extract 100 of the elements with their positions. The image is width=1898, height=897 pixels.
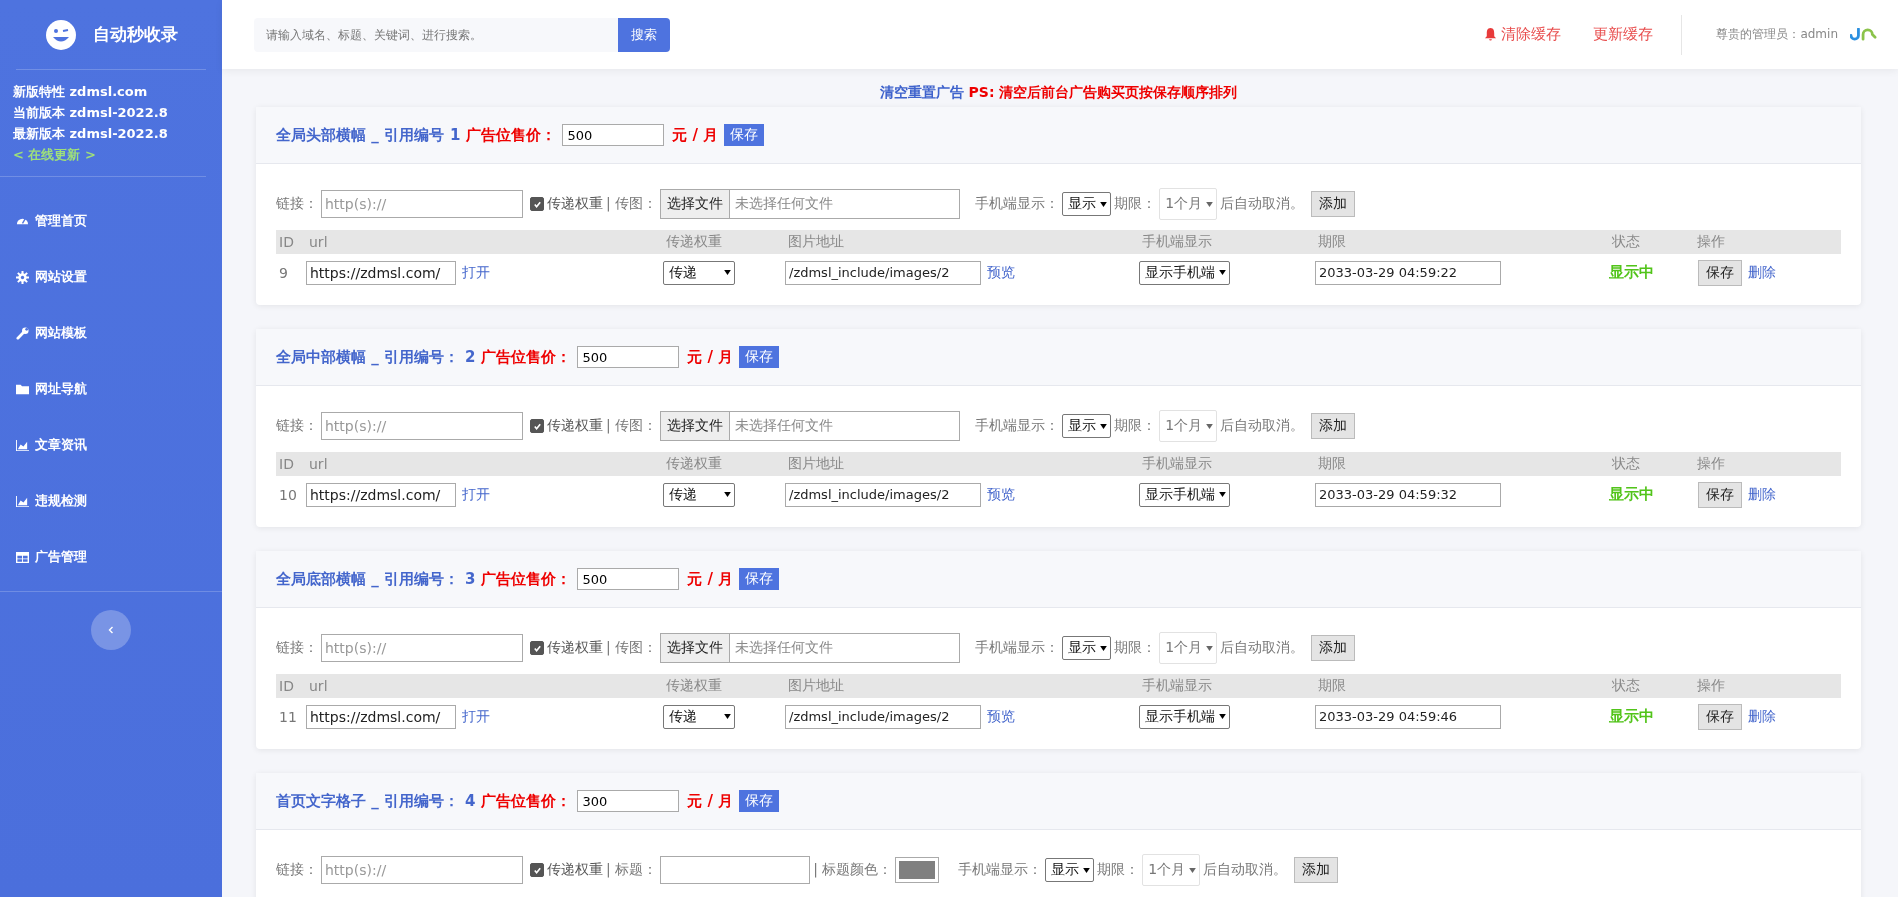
- open-link[interactable]: 打开: [462, 707, 490, 726]
- slot-title: 全局底部横幅 _ 引用编号：: [276, 569, 459, 589]
- open-link[interactable]: 打开: [462, 485, 490, 504]
- reset-ads-link[interactable]: 清空重置广告: [879, 84, 964, 102]
- sidebar-item[interactable]: 网址导航: [0, 361, 222, 417]
- file-picker[interactable]: 选择文件 未选择任何文件: [660, 411, 961, 441]
- weight-checkbox[interactable]: [530, 641, 544, 655]
- weight-select[interactable]: 传递: [663, 704, 735, 729]
- mobile-display-select[interactable]: 显示: [1062, 414, 1112, 438]
- add-button[interactable]: 添加: [1294, 857, 1339, 883]
- url-field[interactable]: https://zdmsl.com/: [306, 704, 456, 729]
- save-button[interactable]: 保存: [1698, 259, 1742, 286]
- weight-checkbox[interactable]: [530, 197, 544, 211]
- link-field[interactable]: http(s)://: [321, 634, 523, 662]
- mobile-display-select[interactable]: 显示手机端: [1139, 704, 1230, 729]
- period-select[interactable]: 1个月: [1159, 188, 1218, 220]
- delete-link[interactable]: 删除: [1748, 263, 1776, 282]
- link-label: 链接：: [276, 195, 318, 213]
- save-button[interactable]: 保存: [1698, 481, 1742, 508]
- cache-action-link[interactable]: 清除缓存: [1501, 25, 1562, 44]
- save-button[interactable]: 保存: [739, 568, 780, 590]
- sidebar-item[interactable]: 违规检测: [0, 473, 222, 529]
- sidebar-item[interactable]: 文章资讯: [0, 417, 222, 473]
- delete-link[interactable]: 删除: [1748, 485, 1776, 504]
- column-header: 操作: [1696, 455, 1726, 473]
- caret-icon: [1100, 645, 1108, 651]
- price-label: 广告位售价：: [481, 347, 572, 367]
- link-label: 链接：: [276, 861, 318, 879]
- caret-icon: [1206, 201, 1214, 207]
- price-field[interactable]: 300: [577, 790, 680, 812]
- file-picker[interactable]: 选择文件 未选择任何文件: [660, 189, 961, 219]
- open-link[interactable]: 打开: [462, 263, 490, 282]
- save-button[interactable]: 保存: [1698, 703, 1742, 730]
- weight-checkbox[interactable]: [530, 863, 544, 877]
- search-field[interactable]: 请输入域名、标题、关键词、进行搜索。: [254, 17, 618, 52]
- caret-icon: [1206, 645, 1214, 651]
- area-chart-icon: [16, 494, 29, 508]
- delete-link[interactable]: 删除: [1748, 707, 1776, 726]
- column-header: ID: [278, 456, 295, 472]
- caret-icon: [1083, 867, 1091, 873]
- mobile-display-select[interactable]: 显示: [1062, 636, 1112, 660]
- price-label: 广告位售价：: [481, 569, 572, 589]
- mobile-display-select[interactable]: 显示手机端: [1139, 482, 1230, 507]
- period-select[interactable]: 1个月: [1159, 410, 1218, 442]
- sidebar-item[interactable]: 网站模板: [0, 305, 222, 361]
- add-button[interactable]: 添加: [1311, 191, 1356, 217]
- price-field[interactable]: 500: [577, 568, 680, 590]
- add-button[interactable]: 添加: [1311, 635, 1356, 661]
- image-path-field[interactable]: /zdmsl_include/images/2: [785, 704, 981, 729]
- url-field[interactable]: https://zdmsl.com/: [306, 482, 456, 507]
- link-label: 链接：: [276, 639, 318, 657]
- image-path-field[interactable]: /zdmsl_include/images/2: [785, 260, 981, 285]
- period-label: 期限：: [1114, 195, 1157, 213]
- weight-label: 传递权重: [547, 639, 603, 657]
- folder-icon: [16, 382, 29, 396]
- status-text: 显示中: [1609, 263, 1654, 282]
- link-field[interactable]: http(s)://: [321, 856, 523, 884]
- color-picker[interactable]: [895, 857, 940, 883]
- preview-link[interactable]: 预览: [987, 263, 1015, 282]
- save-button[interactable]: 保存: [739, 346, 780, 368]
- caret-icon: [1189, 867, 1197, 873]
- link-field[interactable]: http(s)://: [321, 412, 523, 440]
- file-picker[interactable]: 选择文件 未选择任何文件: [660, 633, 961, 663]
- title-field[interactable]: [660, 856, 811, 884]
- search-button[interactable]: 搜索: [618, 17, 670, 52]
- caret-icon: [1219, 714, 1226, 719]
- preview-link[interactable]: 预览: [987, 485, 1015, 504]
- save-button[interactable]: 保存: [739, 790, 780, 812]
- save-button[interactable]: 保存: [724, 124, 765, 146]
- column-header: ID: [278, 234, 295, 250]
- expiry-field[interactable]: 2033-03-29 04:59:22: [1315, 260, 1501, 285]
- mobile-display-select[interactable]: 显示手机端: [1139, 260, 1230, 285]
- expiry-field[interactable]: 2033-03-29 04:59:46: [1315, 704, 1501, 729]
- version-info: 最新版本 zdmsl-2022.8: [13, 125, 169, 143]
- id-cell-text: 9: [278, 264, 289, 281]
- price-field[interactable]: 500: [577, 346, 680, 368]
- mobile-display-select[interactable]: 显示: [1062, 192, 1112, 216]
- image-path-field[interactable]: /zdmsl_include/images/2: [785, 482, 981, 507]
- column-header: 手机端显示: [1141, 233, 1213, 251]
- mobile-display-select[interactable]: 显示: [1045, 858, 1095, 882]
- price-field[interactable]: 500: [562, 124, 665, 146]
- cache-action-link[interactable]: 更新缓存: [1593, 25, 1654, 44]
- period-label: 期限：: [1114, 417, 1157, 435]
- link-field[interactable]: http(s)://: [321, 190, 523, 218]
- sidebar-item[interactable]: 网站设置: [0, 249, 222, 305]
- url-field[interactable]: https://zdmsl.com/: [306, 260, 456, 285]
- caret-icon: [1219, 492, 1226, 497]
- expiry-field[interactable]: 2033-03-29 04:59:32: [1315, 482, 1501, 507]
- column-header: 期限: [1317, 233, 1347, 251]
- preview-link[interactable]: 预览: [987, 707, 1015, 726]
- weight-select[interactable]: 传递: [663, 260, 735, 285]
- column-header: 操作: [1696, 677, 1726, 695]
- weight-select[interactable]: 传递: [663, 482, 735, 507]
- period-select[interactable]: 1个月: [1142, 854, 1201, 886]
- weight-checkbox[interactable]: [530, 419, 544, 433]
- period-select[interactable]: 1个月: [1159, 632, 1218, 664]
- sidebar-item[interactable]: 管理首页: [0, 193, 222, 249]
- sidebar-item[interactable]: 广告管理: [0, 529, 222, 585]
- add-button[interactable]: 添加: [1311, 413, 1356, 439]
- column-header: 状态: [1611, 677, 1641, 695]
